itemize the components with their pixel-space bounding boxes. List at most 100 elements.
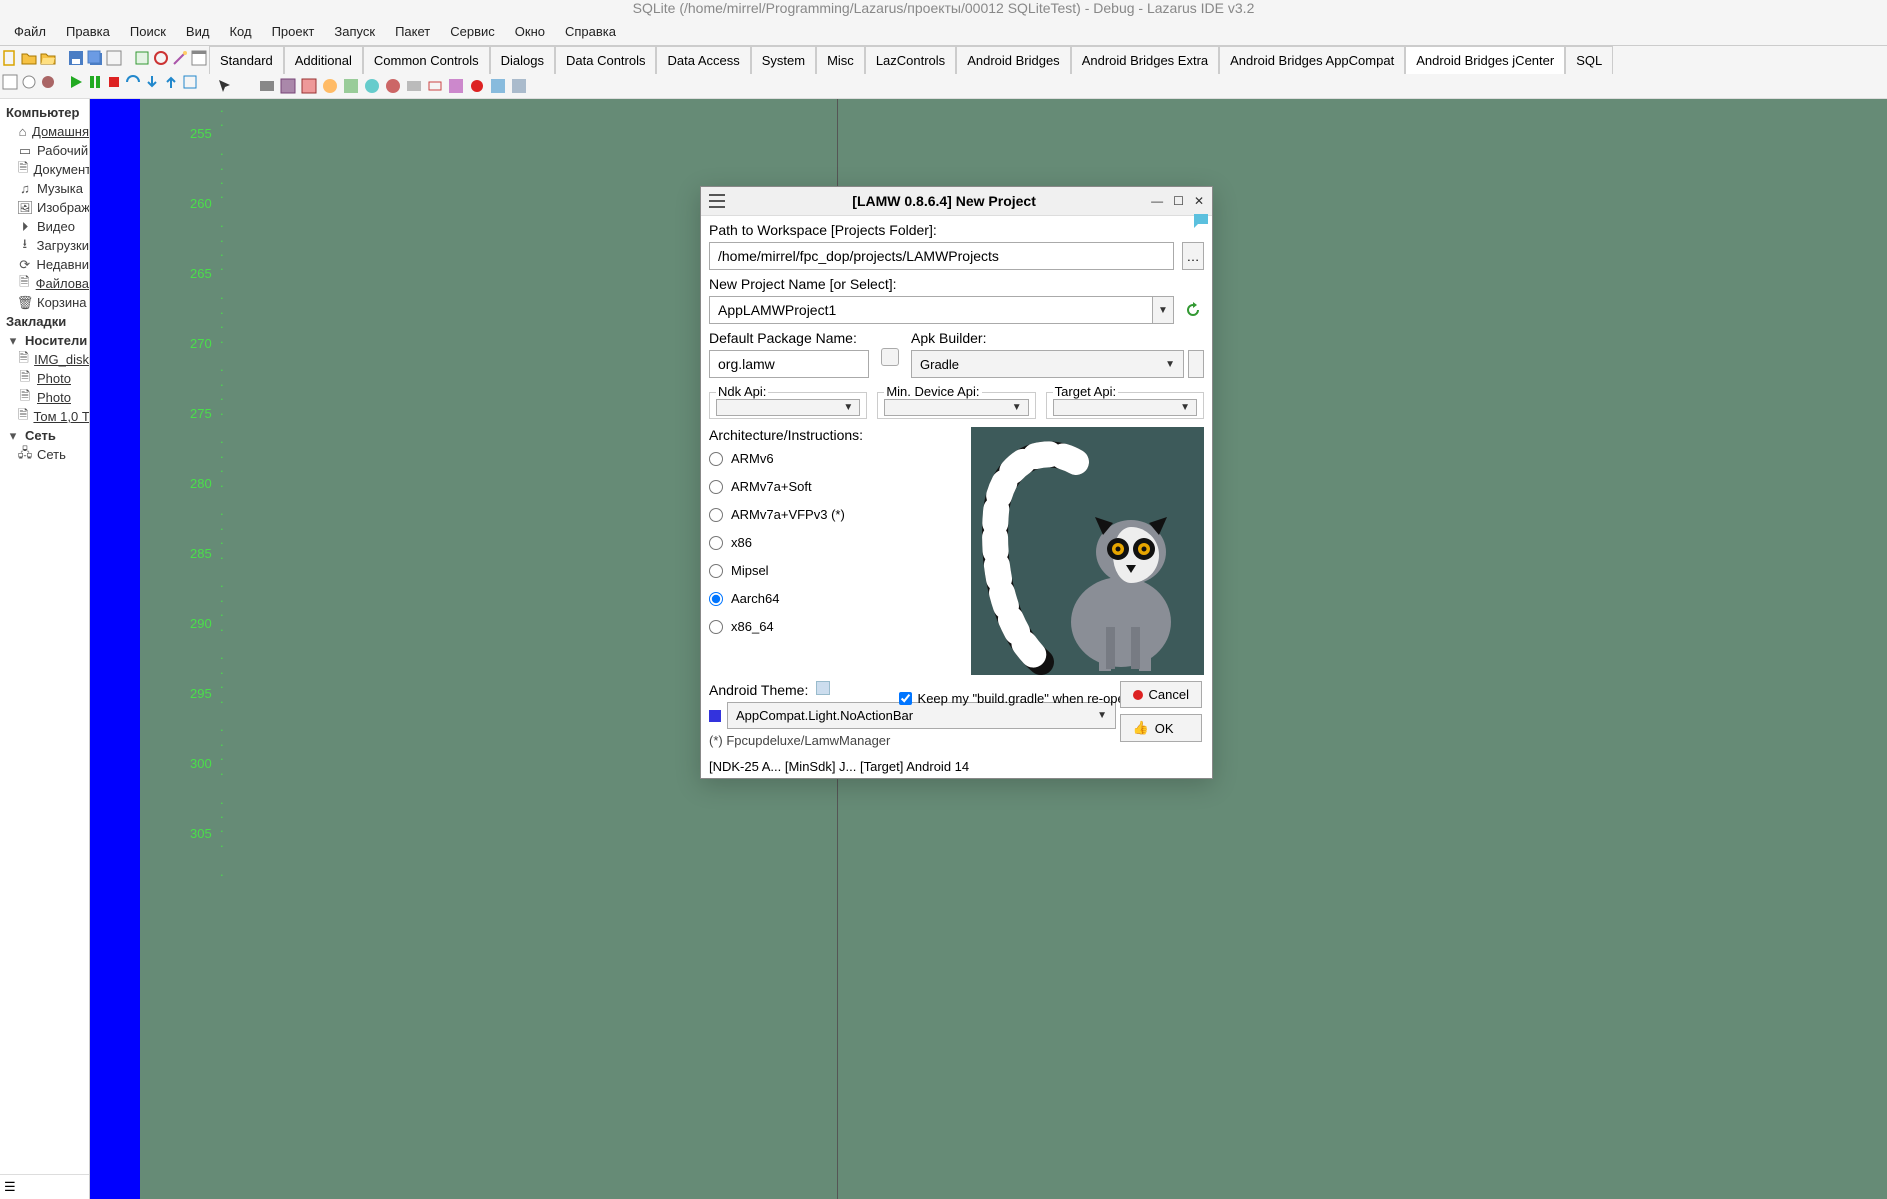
component-icon[interactable] — [511, 78, 527, 94]
palette-tab-data-access[interactable]: Data Access — [656, 46, 750, 74]
palette-tab-system[interactable]: System — [751, 46, 816, 74]
breakpoints-icon[interactable] — [40, 74, 56, 90]
ndk-api-select[interactable]: ▼ — [716, 399, 860, 416]
tree-item[interactable]: ♫Музыка — [4, 179, 89, 198]
tree-heading-media[interactable]: ▾Носители — [4, 331, 89, 350]
keep-gradle-checkbox[interactable] — [899, 692, 912, 705]
palette-tab-lazcontrols[interactable]: LazControls — [865, 46, 956, 74]
tree-item[interactable]: ⭳Загрузки — [4, 236, 89, 255]
cancel-button[interactable]: Cancel — [1120, 681, 1202, 708]
save-all-icon[interactable] — [87, 50, 103, 66]
arch-radio-row[interactable]: Mipsel — [709, 563, 961, 578]
file-tree[interactable]: Компьютер ⌂Домашня ▭Рабочий 🗎Документ ♫М… — [0, 99, 89, 1174]
target-api-select[interactable]: ▼ — [1053, 399, 1197, 416]
hamburger-icon[interactable] — [709, 194, 725, 208]
ok-button[interactable]: 👍OK — [1120, 714, 1202, 742]
new-file-icon[interactable] — [2, 50, 18, 66]
tree-item[interactable]: 🗎Том 1,0 Т — [4, 407, 89, 426]
open-folder-icon[interactable] — [40, 50, 56, 66]
refresh-button[interactable] — [1182, 296, 1204, 324]
palette-tab-data-controls[interactable]: Data Controls — [555, 46, 656, 74]
step-out-icon[interactable] — [163, 74, 179, 90]
component-icon[interactable] — [301, 78, 317, 94]
tree-item[interactable]: ⟳Недавни — [4, 255, 89, 274]
arch-radio[interactable] — [709, 620, 723, 634]
save-icon[interactable] — [68, 50, 84, 66]
wand-icon[interactable] — [172, 50, 188, 66]
theme-select[interactable]: AppCompat.Light.NoActionBar▼ — [727, 702, 1116, 729]
component-icon[interactable] — [469, 78, 485, 94]
tree-item[interactable]: 🗑Корзина — [4, 293, 89, 312]
tree-item[interactable]: 🖧Сеть — [4, 445, 89, 464]
unit-icon[interactable] — [106, 50, 122, 66]
form-list-icon[interactable] — [2, 74, 18, 90]
arch-radio[interactable] — [709, 480, 723, 494]
component-icon[interactable] — [427, 78, 443, 94]
palette-tab-additional[interactable]: Additional — [284, 46, 363, 74]
step-over-icon[interactable] — [125, 74, 141, 90]
menu-search[interactable]: Поиск — [120, 20, 176, 43]
component-icon[interactable] — [448, 78, 464, 94]
menu-tools[interactable]: Сервис — [440, 20, 505, 43]
tree-item[interactable]: 🖼Изображ — [4, 198, 89, 217]
object-inspector-icon[interactable] — [191, 50, 207, 66]
maximize-icon[interactable]: ☐ — [1173, 194, 1184, 208]
open-file-icon[interactable] — [21, 50, 37, 66]
palette-tab-misc[interactable]: Misc — [816, 46, 865, 74]
tree-item[interactable]: 🗎Photo — [4, 388, 89, 407]
component-icon[interactable] — [280, 78, 296, 94]
arch-radio-row[interactable]: x86 — [709, 535, 961, 550]
component-icon[interactable] — [259, 78, 275, 94]
tree-item[interactable]: ▭Рабочий — [4, 141, 89, 160]
arch-radio-row[interactable]: x86_64 — [709, 619, 961, 634]
component-icon[interactable] — [490, 78, 506, 94]
min-device-api-select[interactable]: ▼ — [884, 399, 1028, 416]
help-icon[interactable] — [1192, 212, 1210, 233]
apk-builder-extra[interactable] — [1188, 350, 1204, 378]
workspace-path-input[interactable] — [709, 242, 1174, 270]
arch-radio-row[interactable]: ARMv7a+Soft — [709, 479, 961, 494]
menu-file[interactable]: Файл — [4, 20, 56, 43]
selection-tool-icon[interactable] — [217, 78, 233, 94]
palette-tab-android-bridges-extra[interactable]: Android Bridges Extra — [1071, 46, 1219, 74]
component-icon[interactable] — [406, 78, 422, 94]
tree-item[interactable]: 🗎Photo — [4, 369, 89, 388]
toggle-form-icon[interactable] — [134, 50, 150, 66]
palette-tab-android-bridges-jcenter[interactable]: Android Bridges jCenter — [1405, 46, 1565, 74]
arch-radio[interactable] — [709, 452, 723, 466]
pause-icon[interactable] — [87, 74, 103, 90]
arch-radio-row[interactable]: Aarch64 — [709, 591, 961, 606]
arch-radio[interactable] — [709, 564, 723, 578]
menu-edit[interactable]: Правка — [56, 20, 120, 43]
minimize-icon[interactable]: — — [1151, 194, 1163, 208]
tree-item[interactable]: 🗎Документ — [4, 160, 89, 179]
close-icon[interactable]: ✕ — [1194, 194, 1204, 208]
menu-view[interactable]: Вид — [176, 20, 220, 43]
tree-item[interactable]: ⌂Домашня — [4, 122, 89, 141]
project-name-input[interactable] — [709, 296, 1152, 324]
watches-icon[interactable] — [21, 74, 37, 90]
component-icon[interactable] — [343, 78, 359, 94]
tree-item[interactable]: 🗎Файлова — [4, 274, 89, 293]
package-name-input[interactable] — [709, 350, 869, 378]
tree-item[interactable]: ⏵Видео — [4, 217, 89, 236]
project-name-dropdown[interactable]: ▼ — [1152, 296, 1174, 324]
arch-radio-row[interactable]: ARMv7a+VFPv3 (*) — [709, 507, 961, 522]
config-icon[interactable] — [153, 50, 169, 66]
browse-button[interactable]: … — [1182, 242, 1204, 270]
menu-run[interactable]: Запуск — [324, 20, 385, 43]
arch-radio[interactable] — [709, 536, 723, 550]
palette-tab-android-bridges-appcompat[interactable]: Android Bridges AppCompat — [1219, 46, 1405, 74]
palette-tab-sql[interactable]: SQL — [1565, 46, 1613, 74]
run-to-cursor-icon[interactable] — [182, 74, 198, 90]
menu-package[interactable]: Пакет — [385, 20, 440, 43]
component-icon[interactable] — [385, 78, 401, 94]
tree-item[interactable]: 🗎IMG_disk — [4, 350, 89, 369]
menu-help[interactable]: Справка — [555, 20, 626, 43]
arch-radio-row[interactable]: ARMv6 — [709, 451, 961, 466]
step-into-icon[interactable] — [144, 74, 160, 90]
arch-radio[interactable] — [709, 592, 723, 606]
pkg-checkbox[interactable] — [881, 348, 899, 366]
sidebar-toggle[interactable]: ☰ — [0, 1174, 89, 1199]
menu-code[interactable]: Код — [219, 20, 261, 43]
